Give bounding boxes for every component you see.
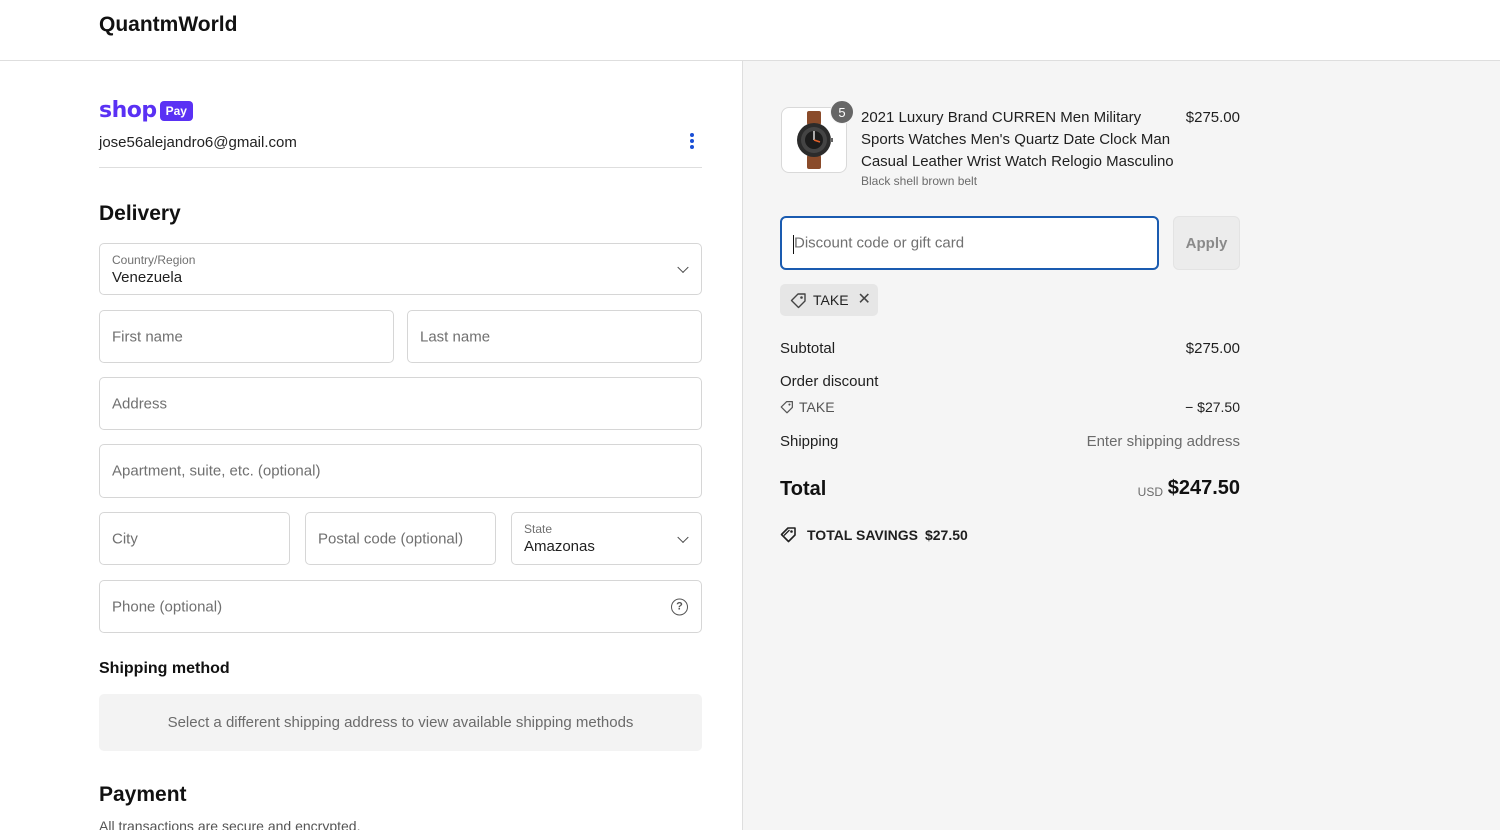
apartment-placeholder: Apartment, suite, etc. (optional) [112,462,321,480]
phone-placeholder: Phone (optional) [112,598,223,615]
total-label: Total [780,478,827,500]
order-discount-label: Order discount [780,373,879,390]
postal-code-placeholder: Postal code (optional) [318,530,464,547]
state-value: Amazonas [524,538,595,555]
store-brand-name[interactable]: QuantmWorld [99,13,237,37]
more-options-icon[interactable] [684,131,700,151]
divider [99,167,702,168]
product-name: 2021 Luxury Brand CURREN Men Military Sp… [861,109,1174,170]
payment-heading: Payment [99,783,187,806]
delivery-heading: Delivery [99,202,181,225]
state-select[interactable]: State Amazonas [511,512,702,565]
city-field[interactable]: City [99,512,290,565]
first-name-placeholder: First name [112,328,183,345]
apply-discount-button[interactable]: Apply [1173,216,1240,270]
last-name-field[interactable]: Last name [407,310,702,363]
order-discount-value: − $27.50 [1185,399,1240,415]
applied-discount-chip: TAKE ✕ [780,284,878,316]
order-discount-row: Order discount [780,373,1240,390]
product-price: $275.00 [1185,109,1240,126]
order-discount-code: TAKE [799,399,835,415]
chevron-down-icon [677,531,689,543]
account-email: jose56alejandro6@gmail.com [99,134,297,151]
tag-icon [790,292,806,308]
state-label: State [524,522,553,536]
remove-discount-icon[interactable]: ✕ [858,292,871,308]
address-placeholder: Address [112,395,168,412]
country-label: Country/Region [112,253,196,267]
total-value: $247.50 [1167,477,1240,499]
shop-pay-badge: Pay [159,100,193,121]
currency-code: USD [1137,485,1163,499]
order-discount-detail-row: TAKE − $27.50 [780,399,1240,418]
discount-placeholder: Discount code or gift card [794,234,965,252]
phone-field[interactable]: Phone (optional) ? [99,580,702,633]
discount-code-input[interactable]: Discount code or gift card [780,216,1159,270]
shipping-row: Shipping Enter shipping address [780,433,1240,450]
payment-security-note: All transactions are secure and encrypte… [99,818,361,830]
order-discount-tag: TAKE [780,399,835,415]
order-summary-panel: 5 2021 Luxury Brand CURREN Men Military … [743,61,1500,830]
subtotal-row: Subtotal $275.00 [780,340,1240,357]
city-placeholder: City [112,530,138,547]
country-region-select[interactable]: Country/Region Venezuela [99,243,702,295]
shipping-method-heading: Shipping method [99,660,230,677]
tag-icon [780,401,793,414]
last-name-placeholder: Last name [420,328,491,345]
product-variant: Black shell brown belt [861,174,978,188]
chevron-down-icon [677,261,689,274]
subtotal-label: Subtotal [780,340,836,357]
shipping-method-notice: Select a different shipping address to v… [99,694,702,751]
shipping-label: Shipping [780,433,839,450]
quantity-badge: 5 [830,100,854,124]
applied-discount-code: TAKE [813,292,849,308]
apartment-field[interactable]: Apartment, suite, etc. (optional) [99,444,702,498]
country-value: Venezuela [112,269,183,286]
subtotal-value: $275.00 [1185,340,1240,357]
total-savings: TOTAL SAVINGS $27.50 [780,526,968,543]
first-name-field[interactable]: First name [99,310,394,363]
shop-pay-wordmark: shop [99,98,157,123]
site-header: QuantmWorld [0,0,1500,61]
postal-code-field[interactable]: Postal code (optional) [305,512,496,565]
address-field[interactable]: Address [99,377,702,430]
shop-pay-logo: shop Pay [99,98,193,123]
shipping-value: Enter shipping address [1086,433,1240,450]
savings-tag-icon [780,527,796,543]
savings-label: TOTAL SAVINGS [807,526,918,543]
checkout-form-panel: shop Pay jose56alejandro6@gmail.com Deli… [0,61,743,830]
savings-value: $27.50 [924,526,968,543]
help-icon[interactable]: ? [671,598,688,615]
